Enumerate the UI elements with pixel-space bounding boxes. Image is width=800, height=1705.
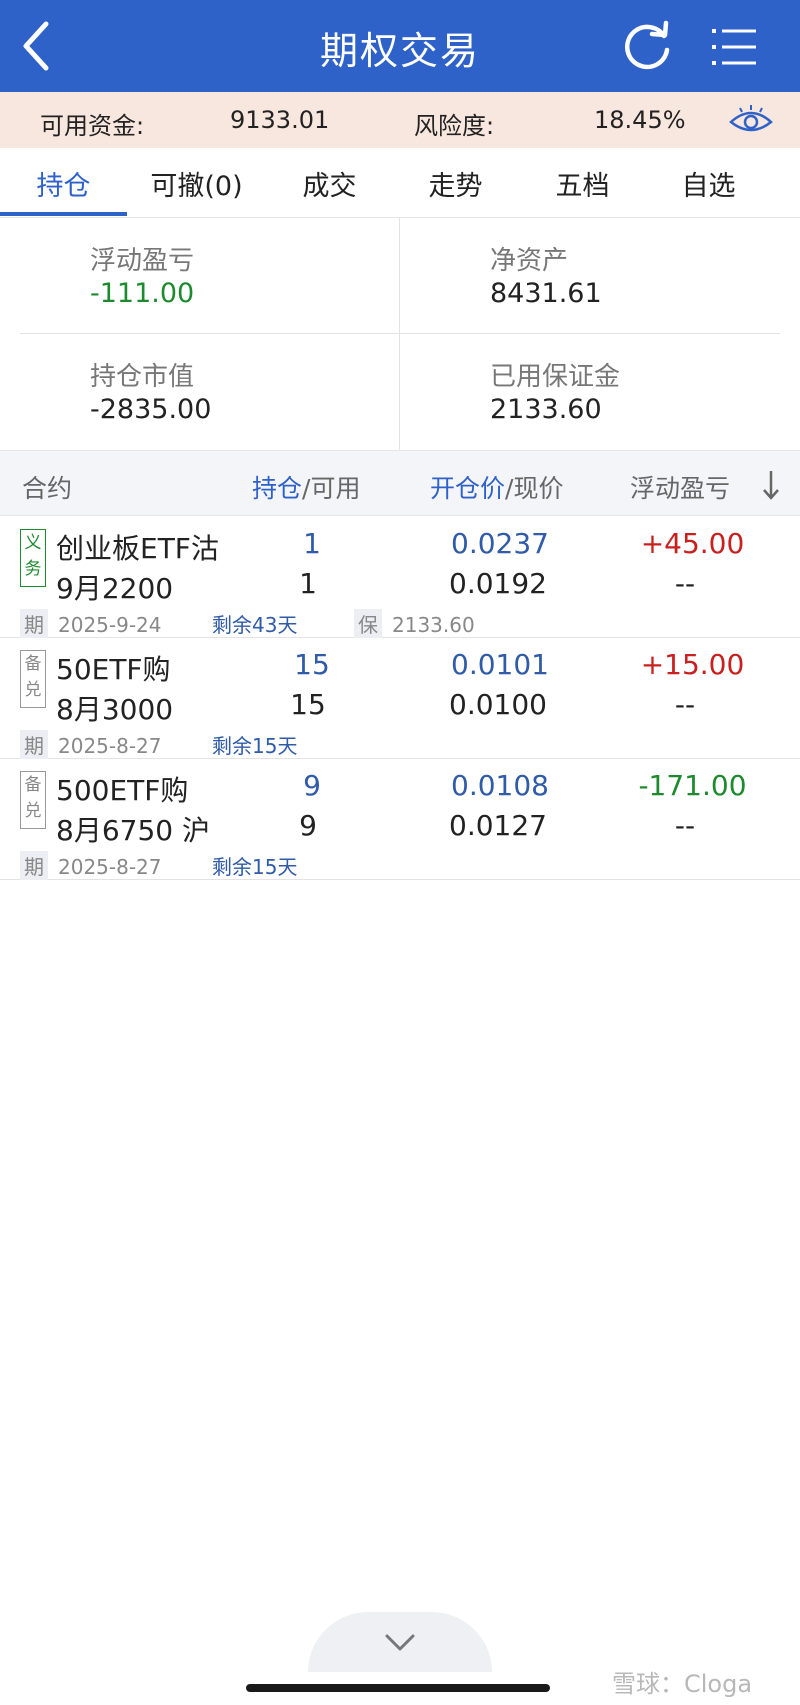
covered-badge: 备兑	[20, 650, 46, 708]
position-qty: 9	[303, 769, 321, 802]
margin-used-value: 2133.60	[490, 394, 602, 425]
tab-bar: 持仓 可撤(0) 成交 走势 五档 自选	[0, 148, 800, 218]
col-position-main: 持仓	[252, 474, 303, 503]
risk-label: 风险度:	[414, 112, 495, 140]
days-remaining: 剩余15天	[212, 855, 298, 879]
covered-badge: 备兑	[20, 771, 46, 829]
watermark: 雪球：Cloga	[612, 1670, 753, 1698]
expiry-date: 2025-9-24	[58, 613, 162, 637]
col-position[interactable]: 持仓/可用	[252, 469, 360, 505]
available-qty: 9	[299, 809, 317, 842]
expiry-tag: 期	[20, 609, 48, 638]
contract-month: 8月3000	[56, 693, 174, 726]
open-price: 0.0108	[451, 769, 549, 802]
contract-month: 8月6750 沪	[56, 814, 210, 847]
col-price[interactable]: 开仓价/现价	[430, 469, 563, 505]
margin-used-label: 已用保证金	[490, 362, 621, 392]
expiry-info: 期 2025-8-27	[20, 851, 162, 880]
risk-value: 18.45%	[594, 106, 686, 134]
col-price-sub: /现价	[505, 474, 564, 503]
margin-used-cell: 已用保证金 2133.60	[400, 334, 780, 450]
expiry-tag: 期	[20, 851, 48, 880]
col-contract: 合约	[22, 474, 73, 503]
col-pnl[interactable]: 浮动盈亏	[630, 469, 730, 505]
tab-positions[interactable]: 持仓	[0, 164, 127, 203]
days-remaining: 剩余43天	[212, 613, 298, 637]
expiry-tag: 期	[20, 730, 48, 759]
positions-table-header: 合约 持仓/可用 开仓价/现价 浮动盈亏	[0, 450, 800, 516]
account-summary: 浮动盈亏 -111.00 净资产 8431.61 持仓市值 -2835.00 已…	[0, 218, 800, 450]
position-value-label: 持仓市值	[90, 362, 195, 392]
sort-down-icon[interactable]	[760, 469, 782, 501]
position-qty: 1	[303, 527, 321, 560]
expand-panel-button[interactable]	[308, 1612, 492, 1672]
available-funds-value: 9133.01	[230, 106, 330, 134]
open-price: 0.0101	[451, 648, 549, 681]
current-price: 0.0100	[449, 688, 547, 721]
pnl-secondary: --	[674, 809, 696, 842]
summary-divider-vertical	[399, 218, 400, 450]
tab-order-book[interactable]: 五档	[519, 164, 646, 203]
floating-pnl: -171.00	[638, 769, 747, 802]
pnl-secondary: --	[674, 567, 696, 600]
days-remaining: 剩余15天	[212, 734, 298, 758]
expiry-date: 2025-8-27	[58, 855, 162, 879]
floating-pnl-label: 浮动盈亏	[90, 246, 195, 276]
tab-watchlist[interactable]: 自选	[645, 164, 772, 203]
contract-name: 50ETF购	[56, 653, 171, 686]
floating-pnl: +15.00	[640, 648, 745, 681]
floating-pnl-cell: 浮动盈亏 -111.00	[0, 218, 380, 334]
page-title: 期权交易	[319, 29, 480, 73]
net-assets-label: 净资产	[490, 246, 569, 276]
floating-pnl-value: -111.00	[90, 278, 195, 309]
chevron-down-icon	[385, 1634, 415, 1651]
expiry-info: 期 2025-8-27	[20, 730, 162, 759]
col-price-main: 开仓价	[430, 474, 506, 503]
contract-name: 创业板ETF沽	[56, 532, 219, 565]
current-price: 0.0192	[449, 567, 547, 600]
available-qty: 15	[290, 688, 326, 721]
open-price: 0.0237	[451, 527, 549, 560]
available-qty: 1	[299, 567, 317, 600]
refresh-icon[interactable]	[620, 20, 674, 74]
expiry-date: 2025-8-27	[58, 734, 162, 758]
position-qty: 15	[294, 648, 330, 681]
tab-trades[interactable]: 成交	[266, 164, 393, 203]
contract-name: 500ETF购	[56, 774, 189, 807]
position-value-cell: 持仓市值 -2835.00	[0, 334, 380, 450]
available-funds-label: 可用资金:	[40, 112, 145, 140]
summary-divider-horizontal	[20, 333, 780, 334]
expiry-info: 期 2025-9-24	[20, 609, 162, 638]
app-header: 期权交易	[0, 0, 800, 92]
home-indicator[interactable]	[246, 1684, 550, 1692]
obligation-badge: 义务	[20, 529, 46, 587]
position-value-value: -2835.00	[90, 394, 212, 425]
floating-pnl: +45.00	[640, 527, 745, 560]
margin-info: 保 2133.60	[354, 609, 475, 638]
net-assets-cell: 净资产 8431.61	[400, 218, 780, 334]
margin-value: 2133.60	[392, 613, 475, 637]
active-tab-indicator	[0, 212, 127, 216]
net-assets-value: 8431.61	[490, 278, 602, 309]
tab-trend[interactable]: 走势	[392, 164, 519, 203]
account-info-bar: 可用资金: 9133.01 风险度: 18.45%	[0, 92, 800, 148]
margin-tag: 保	[354, 609, 382, 638]
pnl-secondary: --	[674, 688, 696, 721]
current-price: 0.0127	[449, 809, 547, 842]
contract-month: 9月2200	[56, 572, 174, 605]
table-row[interactable]: 义务 创业板ETF沽 9月2200 1 1 0.0237 0.0192 +45.…	[0, 517, 800, 638]
eye-icon[interactable]	[728, 102, 774, 138]
col-position-sub: /可用	[302, 474, 361, 503]
table-row[interactable]: 备兑 50ETF购 8月3000 15 15 0.0101 0.0100 +15…	[0, 638, 800, 759]
table-row[interactable]: 备兑 500ETF购 8月6750 沪 9 9 0.0108 0.0127 -1…	[0, 759, 800, 880]
tab-cancellable[interactable]: 可撤(0)	[133, 164, 260, 203]
menu-list-icon[interactable]	[710, 24, 760, 70]
